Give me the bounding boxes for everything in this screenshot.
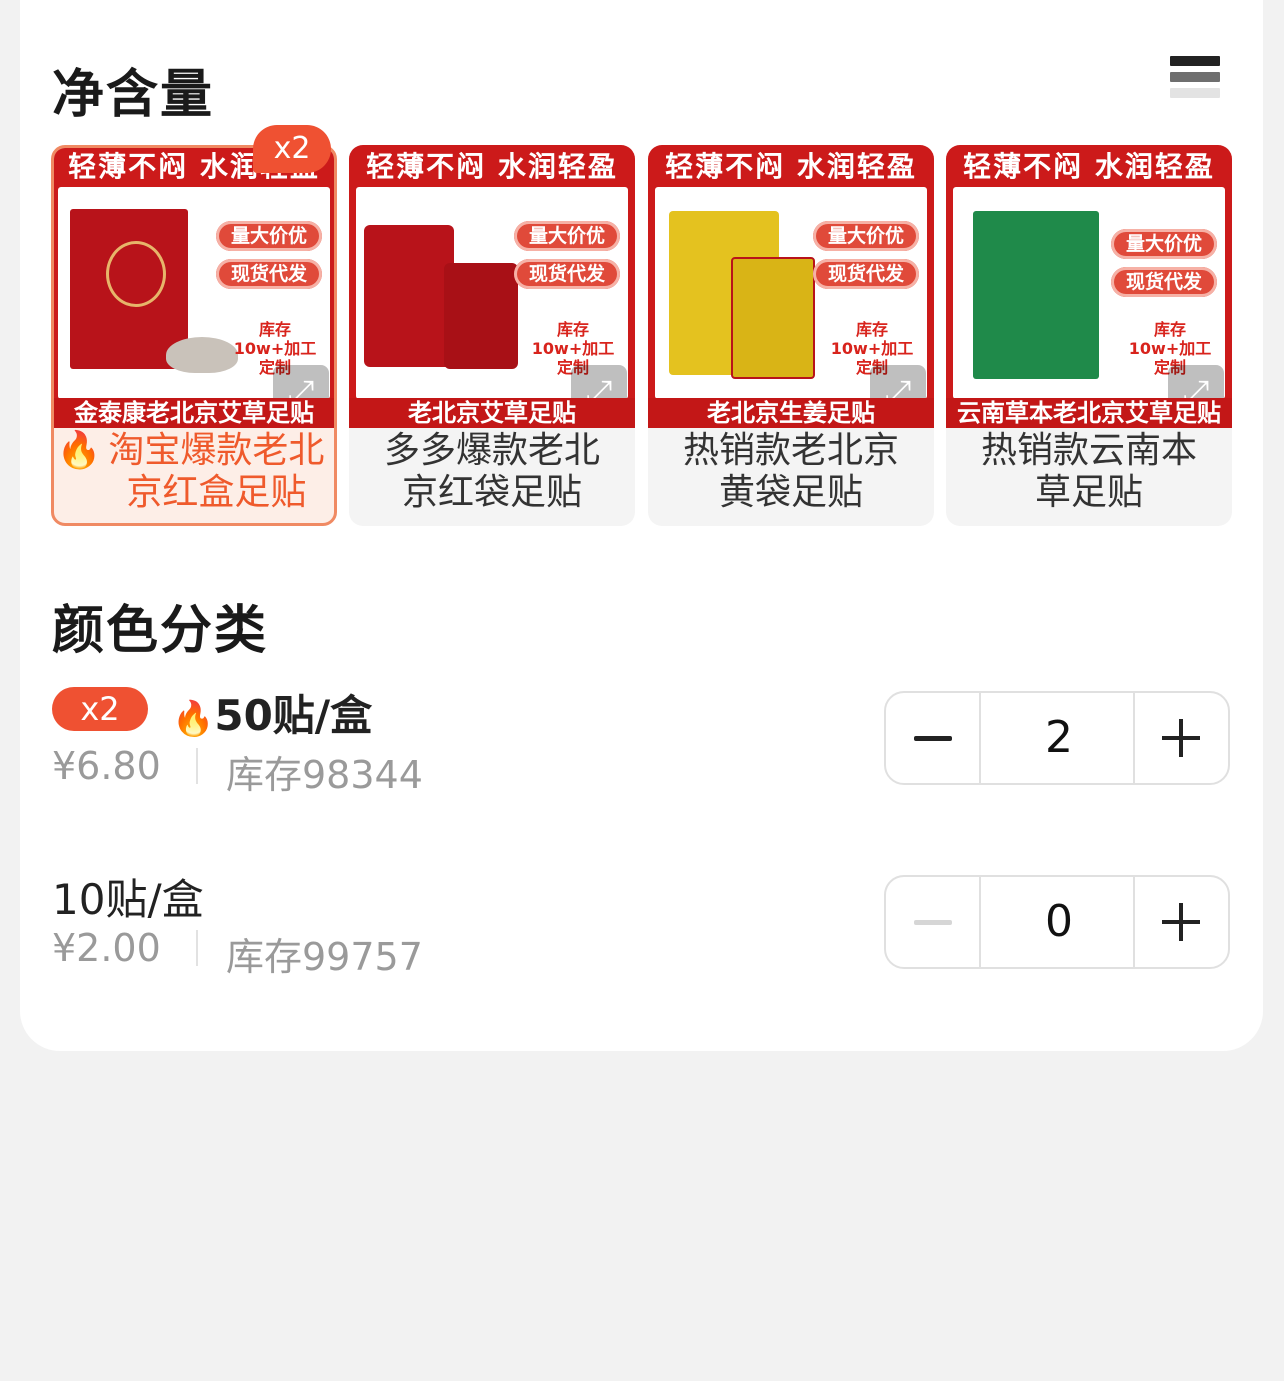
box-emblem xyxy=(106,241,166,307)
image-top-text: 轻薄不闷 水润轻盈 xyxy=(665,150,917,183)
quantity-stepper: 0 xyxy=(884,875,1230,969)
product-card-red-box[interactable]: 轻薄不闷 水润轻盈 量大价优 现货代发 库存10w+加工定制 ⤢ 金泰康老北京艾… xyxy=(51,145,337,526)
list-view-icon[interactable] xyxy=(1170,56,1220,108)
image-bottom-text: 老北京艾草足贴 xyxy=(349,398,635,428)
image-bottom-text: 老北京生姜足贴 xyxy=(648,398,934,428)
section-title-color: 颜色分类 xyxy=(52,601,269,661)
variant-name: 10贴/盒 xyxy=(52,875,204,924)
card-count-badge: x2 xyxy=(253,125,331,173)
variant-count-badge: x2 xyxy=(52,687,148,731)
card-label: 🔥 淘宝爆款老北京红盒足贴 xyxy=(54,430,334,514)
red-bag-small xyxy=(444,263,518,369)
variant-stock: 库存99757 xyxy=(226,935,423,979)
fire-icon: 🔥 xyxy=(172,699,215,739)
tag-badge: 量大价优 xyxy=(216,221,322,251)
green-box-package xyxy=(973,211,1099,379)
product-card-yunnan[interactable]: 轻薄不闷 水润轻盈 量大价优 现货代发 库存10w+加工定制 ⤢ 云南草本老北京… xyxy=(946,145,1232,526)
product-image: 轻薄不闷 水润轻盈 量大价优 现货代发 库存10w+加工定制 ⤢ 老北京生姜足贴 xyxy=(648,145,934,428)
card-label-text: 淘宝爆款老北京红盒足贴 xyxy=(108,430,325,513)
image-top-text: 轻薄不闷 水润轻盈 xyxy=(963,150,1215,183)
variant-name: 50贴/盒 xyxy=(214,691,373,740)
divider xyxy=(196,748,198,784)
increment-button[interactable] xyxy=(1133,693,1228,783)
card-label-text: 热销款云南本草足贴 xyxy=(980,430,1197,513)
red-bag-large xyxy=(364,225,454,367)
image-top-text: 轻薄不闷 水润轻盈 xyxy=(366,150,618,183)
tag-badge: 现货代发 xyxy=(1111,267,1217,297)
product-image: 轻薄不闷 水润轻盈 量大价优 现货代发 库存10w+加工定制 ⤢ 金泰康老北京艾… xyxy=(54,148,334,428)
card-label-text: 多多爆款老北京红袋足贴 xyxy=(383,430,600,513)
tag-badge: 量大价优 xyxy=(813,221,919,251)
section-title-net-content: 净含量 xyxy=(52,65,215,125)
variant-title: 🔥50贴/盒 xyxy=(172,682,372,743)
minus-icon xyxy=(914,920,952,925)
product-card-list: 轻薄不闷 水润轻盈 量大价优 现货代发 库存10w+加工定制 ⤢ 金泰康老北京艾… xyxy=(31,145,1232,527)
increment-button[interactable] xyxy=(1133,877,1228,967)
quantity-stepper: 2 xyxy=(884,691,1230,785)
variant-price: ¥2.00 xyxy=(52,926,161,970)
tag-badge: 现货代发 xyxy=(216,259,322,289)
quantity-value[interactable]: 2 xyxy=(981,693,1137,783)
tag-badge: 量大价优 xyxy=(514,221,620,251)
quantity-value[interactable]: 0 xyxy=(981,877,1137,967)
tag-badge: 量大价优 xyxy=(1111,229,1217,259)
product-card-yellow-bag[interactable]: 轻薄不闷 水润轻盈 量大价优 现货代发 库存10w+加工定制 ⤢ 老北京生姜足贴… xyxy=(648,145,934,526)
decrement-button[interactable] xyxy=(886,693,981,783)
image-bottom-text: 云南草本老北京艾草足贴 xyxy=(946,398,1232,428)
card-label-text: 热销款老北京黄袋足贴 xyxy=(682,430,899,513)
divider xyxy=(196,930,198,966)
minus-icon xyxy=(914,736,952,741)
product-card-red-bag[interactable]: 轻薄不闷 水润轻盈 量大价优 现货代发 库存10w+加工定制 ⤢ 老北京艾草足贴… xyxy=(349,145,635,526)
variant-price: ¥6.80 xyxy=(52,744,161,788)
product-image: 轻薄不闷 水润轻盈 量大价优 现货代发 库存10w+加工定制 ⤢ 老北京艾草足贴 xyxy=(349,145,635,428)
image-bottom-text: 金泰康老北京艾草足贴 xyxy=(54,398,334,428)
variant-stock: 库存98344 xyxy=(226,753,423,797)
tag-badge: 现货代发 xyxy=(813,259,919,289)
product-image: 轻薄不闷 水润轻盈 量大价优 现货代发 库存10w+加工定制 ⤢ 云南草本老北京… xyxy=(946,145,1232,428)
decrement-button[interactable] xyxy=(886,877,981,967)
powder-bowl xyxy=(166,337,238,373)
tag-badge: 现货代发 xyxy=(514,259,620,289)
fire-icon: 🔥 xyxy=(56,430,102,471)
yellow-bag-small xyxy=(731,257,815,379)
